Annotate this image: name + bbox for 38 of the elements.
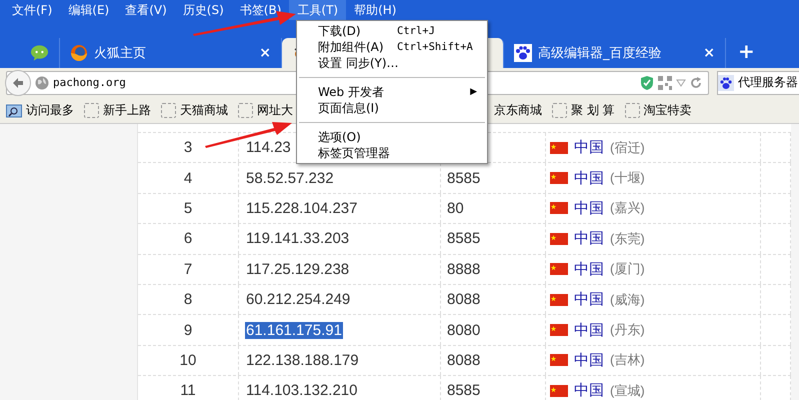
city-text: (十堰) <box>610 169 645 188</box>
port-number: 8585 <box>447 230 480 248</box>
city-text: (宣城) <box>610 382 645 400</box>
city-text: (嘉兴) <box>610 199 645 218</box>
row-number: 7 <box>138 254 239 284</box>
ip-address: 114.103.132.210 <box>245 382 358 400</box>
row-number: 6 <box>138 224 239 254</box>
city-text: (吉林) <box>610 351 645 370</box>
port-number: 8888 <box>447 260 480 278</box>
tab-title: 火狐主页 <box>94 45 146 62</box>
search-text: 代理服务器 <box>738 74 798 91</box>
ip-address: 58.52.57.232 <box>245 170 335 187</box>
tab-title: 高级编辑器_百度经验 <box>538 45 662 62</box>
ip-address: 114.23 <box>245 139 292 156</box>
row-number: 10 <box>138 346 239 376</box>
port-number: 8585 <box>447 382 480 400</box>
row-number: 4 <box>138 163 239 193</box>
city-text: (丹东) <box>610 321 645 340</box>
ip-address: 119.141.33.203 <box>245 230 350 248</box>
url-text: pachong.org <box>53 76 126 89</box>
port-number: 8080 <box>447 322 480 339</box>
city-text: (宿迁) <box>610 138 645 157</box>
ip-address: 60.212.254.249 <box>245 291 352 308</box>
city-text: (厦门) <box>610 260 645 278</box>
port-number: 8088 <box>447 291 480 308</box>
ip-address: 61.161.175.91 <box>245 322 343 339</box>
port-number: 8585 <box>447 170 480 187</box>
row-number: 5 <box>138 194 239 224</box>
port-number: 8088 <box>447 352 480 369</box>
row-number: 9 <box>138 315 239 345</box>
ip-address: 122.138.188.179 <box>245 352 360 369</box>
row-number: 8 <box>138 284 239 314</box>
ip-address: 115.228.104.237 <box>245 200 358 217</box>
city-text: (威海) <box>610 290 645 309</box>
city-text: (东莞) <box>610 230 645 248</box>
port-number: 80 <box>447 200 464 217</box>
ip-address: 117.25.129.238 <box>245 260 350 278</box>
row-number: 11 <box>138 376 239 400</box>
